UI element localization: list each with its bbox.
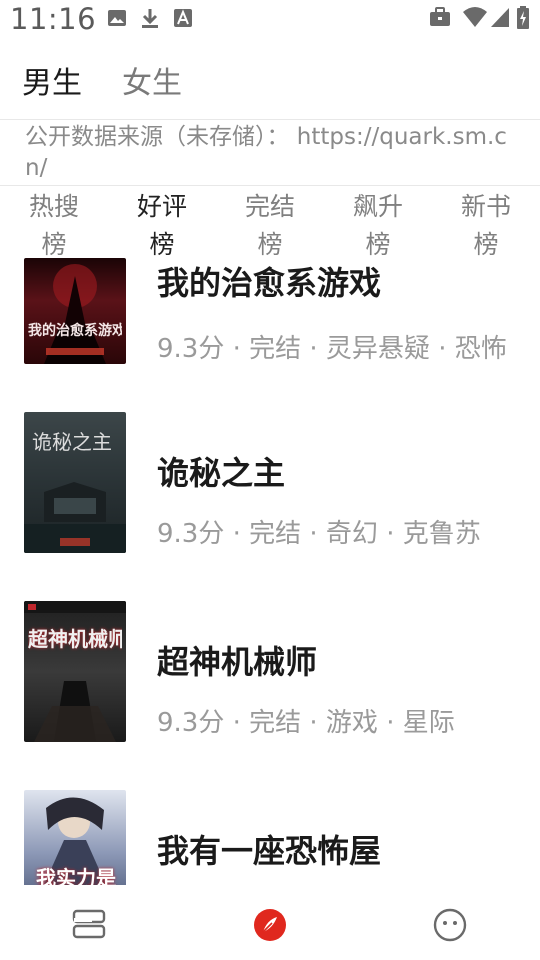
book-title: 我的治愈系游戏: [157, 264, 382, 302]
tab-male[interactable]: 男生: [22, 58, 82, 102]
book-title: 诡秘之主: [157, 454, 286, 492]
a-icon: [174, 9, 192, 27]
tab-top-rated[interactable]: 好评榜: [127, 188, 197, 264]
book-title: 我有一座恐怖屋: [157, 832, 382, 870]
briefcase-icon: [430, 7, 450, 26]
cover-title: 超神机械师: [28, 627, 122, 651]
cover-title: 我实力是: [36, 866, 116, 885]
book-meta: 9.3分 · 完结 · 灵异悬疑 · 恐怖: [157, 334, 507, 364]
tab-rising[interactable]: 飙升榜: [343, 188, 413, 264]
cover-title: 我的治愈系游戏: [28, 323, 122, 339]
rank-tabs: 热搜榜 好评榜 完结榜 飙升榜 新书榜: [0, 186, 540, 262]
book-cover: 我实力是: [24, 790, 126, 885]
cover-title: 诡秘之主: [32, 430, 112, 454]
battery-icon: [517, 6, 529, 29]
discover-icon[interactable]: [250, 905, 290, 945]
book-list[interactable]: 我的治愈系游戏 我的治愈系游戏 9.3分 · 完结 · 灵异悬疑 · 恐怖 诡秘…: [0, 258, 540, 885]
book-item[interactable]: 我实力是 我有一座恐怖屋: [0, 790, 540, 885]
book-item[interactable]: 我的治愈系游戏 我的治愈系游戏 9.3分 · 完结 · 灵异悬疑 · 恐怖: [0, 258, 540, 418]
profile-icon[interactable]: [430, 905, 470, 945]
cover-art: [44, 264, 106, 364]
gender-tabs: 男生 女生: [0, 52, 540, 120]
book-item[interactable]: 诡秘之主 诡秘之主 9.3分 · 完结 · 奇幻 · 克鲁苏: [0, 412, 540, 572]
book-cover: 超神机械师: [24, 601, 126, 742]
download-icon: [142, 9, 158, 28]
status-time: 11:16: [10, 2, 97, 36]
book-title: 超神机械师: [157, 643, 318, 681]
bookshelf-icon[interactable]: [70, 905, 110, 945]
wifi-icon: [463, 7, 487, 27]
tab-new-books[interactable]: 新书榜: [451, 188, 521, 264]
signal-icon: [491, 8, 509, 27]
book-meta: 9.3分 · 完结 · 游戏 · 星际: [157, 708, 455, 738]
status-bar: 11:16: [0, 0, 540, 40]
image-icon: [108, 10, 126, 26]
book-item[interactable]: 超神机械师 超神机械师 9.3分 · 完结 · 游戏 · 星际: [0, 601, 540, 761]
bottom-nav: [0, 885, 540, 960]
tab-hot-search[interactable]: 热搜榜: [19, 188, 89, 264]
tab-female[interactable]: 女生: [122, 58, 182, 102]
book-cover: 我的治愈系游戏: [24, 258, 126, 364]
book-meta: 9.3分 · 完结 · 奇幻 · 克鲁苏: [157, 519, 481, 549]
data-source-text: 公开数据来源（未存储）： https://quark.sm.cn/: [25, 124, 507, 181]
book-cover: 诡秘之主: [24, 412, 126, 553]
tab-completed[interactable]: 完结榜: [235, 188, 305, 264]
